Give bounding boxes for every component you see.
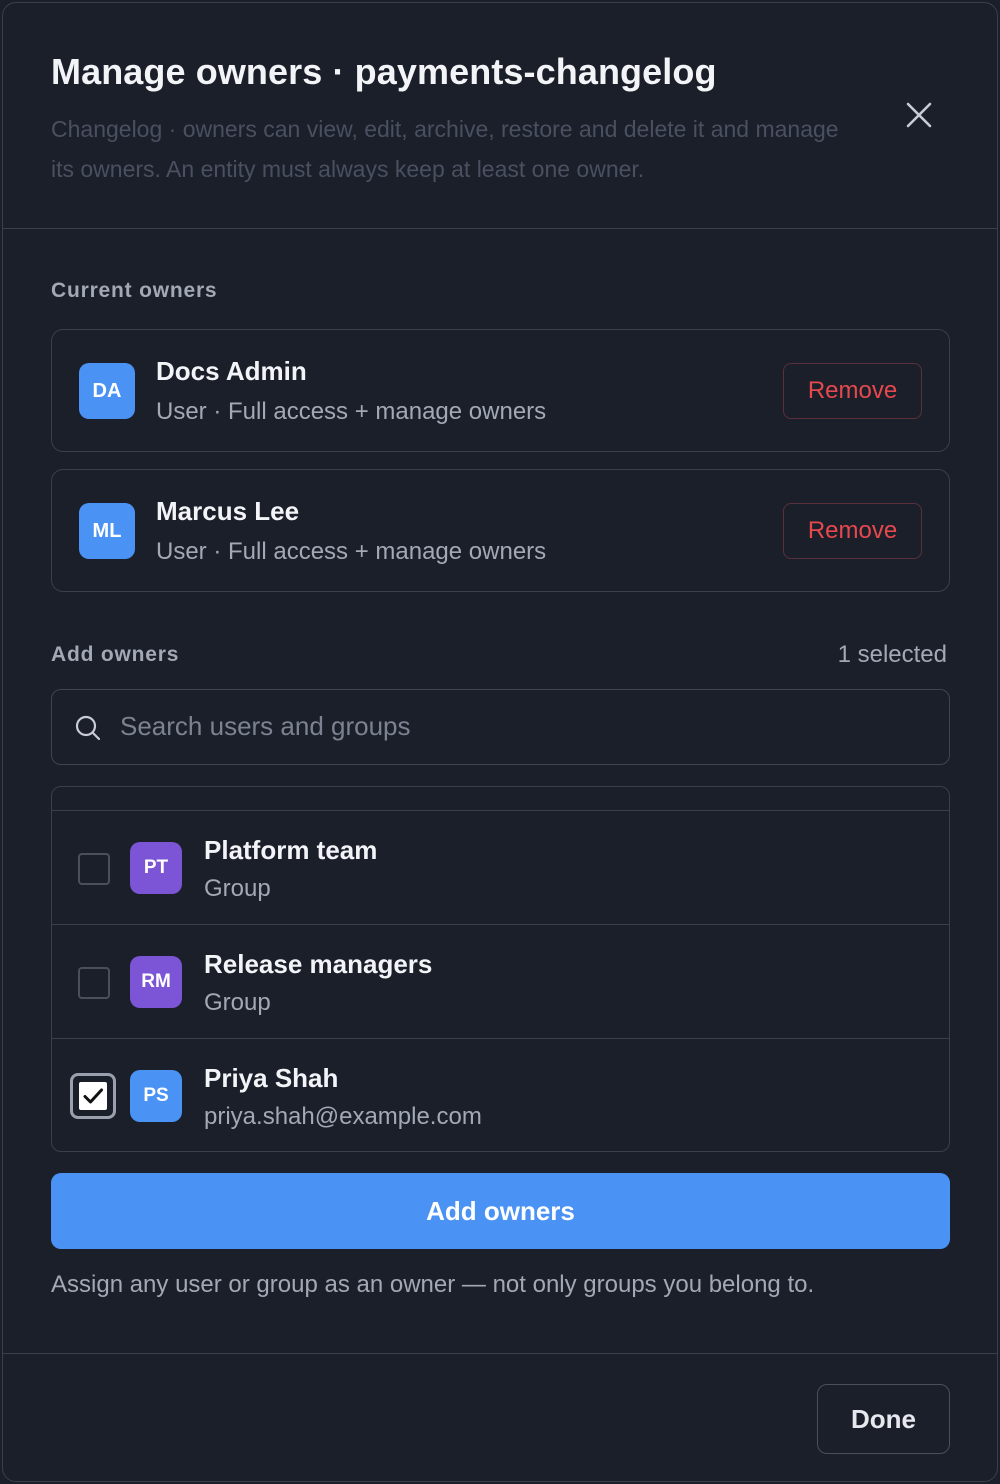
owner-name: Docs Admin (156, 356, 307, 386)
avatar: ML (79, 503, 135, 559)
avatar: PT (130, 842, 182, 894)
owner-name: Marcus Lee (156, 496, 300, 526)
owner-meta: User · Full access + manage owners (156, 538, 547, 565)
remove-owner-button[interactable]: Remove (783, 363, 922, 419)
add-owners-label: Add owners (51, 643, 180, 666)
checkmark-icon (83, 1088, 103, 1104)
avatar: DA (79, 363, 135, 419)
dialog-footer: Done (3, 1353, 997, 1481)
dialog-header: Manage owners · payments-changelog Chang… (3, 3, 997, 229)
list-item[interactable]: PS Priya Shah priya.shah@example.com (52, 1039, 949, 1151)
add-owners-button[interactable]: Add owners (51, 1173, 950, 1249)
list-item[interactable]: RM Release managers Group (52, 925, 949, 1039)
search-icon (75, 715, 101, 741)
current-owners-label: Current owners (51, 279, 218, 302)
owner-card: ML Marcus Lee User · Full access + manag… (51, 469, 950, 592)
selected-count: 1 selected (837, 641, 947, 668)
close-icon (906, 102, 932, 128)
remove-owner-button[interactable]: Remove (783, 503, 922, 559)
candidate-list[interactable]: PT Platform team Group RM Release manage… (51, 786, 950, 1152)
candidate-meta: Group (204, 875, 271, 902)
hint-text: Assign any user or group as an owner — n… (51, 1271, 815, 1298)
candidate-name: Release managers (204, 949, 433, 979)
close-button[interactable] (899, 95, 939, 135)
avatar: PS (130, 1070, 182, 1122)
candidate-name: Platform team (204, 835, 378, 865)
select-checkbox[interactable] (70, 1073, 116, 1119)
candidate-meta: Group (204, 989, 271, 1016)
candidate-meta: priya.shah@example.com (204, 1103, 482, 1130)
select-checkbox[interactable] (78, 853, 110, 885)
list-item[interactable]: PT Platform team Group (52, 811, 949, 925)
dialog-title: Manage owners · payments-changelog (51, 51, 717, 92)
avatar: RM (130, 956, 182, 1008)
dialog-subtitle: Changelog · owners can view, edit, archi… (51, 116, 839, 182)
owner-card: DA Docs Admin User · Full access + manag… (51, 329, 950, 452)
manage-owners-dialog: Manage owners · payments-changelog Chang… (2, 2, 998, 1482)
candidate-name: Priya Shah (204, 1063, 339, 1093)
done-button[interactable]: Done (817, 1384, 950, 1454)
select-checkbox[interactable] (78, 967, 110, 999)
search-box (51, 689, 950, 765)
search-input[interactable] (120, 690, 920, 762)
owner-meta: User · Full access + manage owners (156, 398, 547, 425)
list-scroll-edge (52, 787, 949, 811)
checkbox-fill (77, 1080, 109, 1112)
